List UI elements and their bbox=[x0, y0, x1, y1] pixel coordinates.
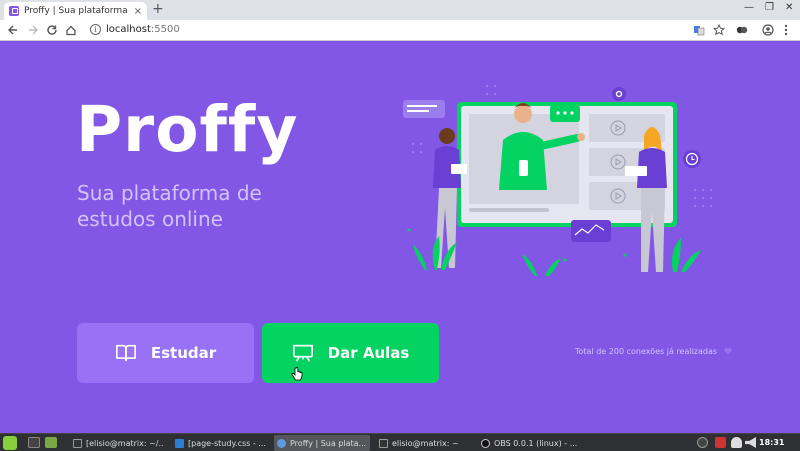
landing-illustration bbox=[403, 84, 713, 276]
connections-text: Total de 200 conexões já realizadas bbox=[575, 347, 718, 356]
task-vscode[interactable]: [page-study.css - ... bbox=[172, 435, 268, 451]
terminal-launcher-icon[interactable] bbox=[28, 437, 40, 448]
hand-cursor-icon bbox=[291, 367, 303, 381]
study-button-label: Estudar bbox=[150, 344, 217, 362]
proffy-logo: Proffy bbox=[76, 93, 299, 166]
task-label: [elisio@matrix: ~/... bbox=[86, 438, 164, 448]
task-chrome-proffy[interactable]: Proffy | Sua plata... bbox=[274, 435, 370, 451]
vscode-icon bbox=[175, 438, 184, 448]
task-terminal-1[interactable]: [elisio@matrix: ~/... bbox=[70, 435, 164, 451]
browser-icon bbox=[277, 438, 286, 448]
terminal-icon bbox=[379, 438, 388, 448]
url-host: localhost bbox=[106, 24, 151, 35]
volume-icon[interactable] bbox=[745, 437, 756, 448]
back-arrow-icon[interactable] bbox=[7, 24, 19, 36]
task-obs[interactable]: OBS 0.0.1 (linux) - ... bbox=[478, 435, 578, 451]
teach-button[interactable]: Dar Aulas bbox=[262, 323, 439, 383]
task-label: elisio@matrix: ~ bbox=[392, 438, 459, 448]
forward-arrow-icon[interactable] bbox=[27, 24, 39, 36]
connections-count: Total de 200 conexões já realizadas bbox=[575, 347, 732, 356]
tagline: Sua plataforma de estudos online bbox=[77, 181, 262, 231]
bookmark-star-icon[interactable] bbox=[713, 24, 725, 36]
presentation-board-icon bbox=[292, 344, 313, 362]
obs-icon bbox=[481, 438, 490, 448]
start-menu-icon[interactable] bbox=[3, 436, 17, 450]
reload-icon[interactable] bbox=[46, 24, 58, 36]
taskbar-clock: 18:31 bbox=[759, 438, 785, 447]
browser-tabbar: Proffy | Sua plataforma de es × + — ❐ ✕ bbox=[0, 0, 800, 20]
new-tab-button[interactable]: + bbox=[152, 1, 164, 17]
task-label: Proffy | Sua plata... bbox=[290, 438, 367, 448]
network-icon[interactable] bbox=[731, 437, 742, 448]
task-label: [page-study.css - ... bbox=[188, 438, 266, 448]
translate-icon[interactable] bbox=[693, 24, 705, 36]
file-manager-icon[interactable] bbox=[45, 437, 57, 448]
obs-tray-icon[interactable] bbox=[697, 437, 708, 448]
proffy-favicon-icon bbox=[9, 6, 19, 16]
extension-icon[interactable] bbox=[736, 24, 748, 36]
minimize-button[interactable]: — bbox=[744, 2, 754, 13]
terminal-icon bbox=[73, 438, 82, 448]
account-icon[interactable] bbox=[762, 24, 774, 36]
os-taskbar: [elisio@matrix: ~/... [page-study.css - … bbox=[0, 433, 800, 451]
teach-button-label: Dar Aulas bbox=[327, 344, 410, 362]
browser-tab[interactable]: Proffy | Sua plataforma de es × bbox=[4, 2, 147, 20]
url-port: :5500 bbox=[150, 24, 180, 35]
open-book-icon bbox=[115, 344, 136, 362]
task-label: OBS 0.0.1 (linux) - ... bbox=[494, 438, 578, 448]
site-info-icon[interactable]: i bbox=[90, 24, 101, 35]
tab-close-icon[interactable]: × bbox=[134, 6, 142, 17]
close-window-button[interactable]: ✕ bbox=[785, 2, 793, 13]
browser-menu-icon[interactable] bbox=[783, 24, 789, 36]
study-button[interactable]: Estudar bbox=[77, 323, 254, 383]
tab-title: Proffy | Sua plataforma de es bbox=[24, 6, 130, 16]
maximize-button[interactable]: ❐ bbox=[765, 2, 774, 13]
address-bar: i localhost:5500 bbox=[0, 20, 800, 41]
url-field[interactable]: localhost:5500 bbox=[106, 24, 180, 35]
home-icon[interactable] bbox=[65, 24, 77, 36]
shield-icon[interactable] bbox=[715, 437, 726, 448]
task-terminal-2[interactable]: elisio@matrix: ~ bbox=[376, 435, 472, 451]
purple-heart-icon bbox=[724, 348, 732, 355]
